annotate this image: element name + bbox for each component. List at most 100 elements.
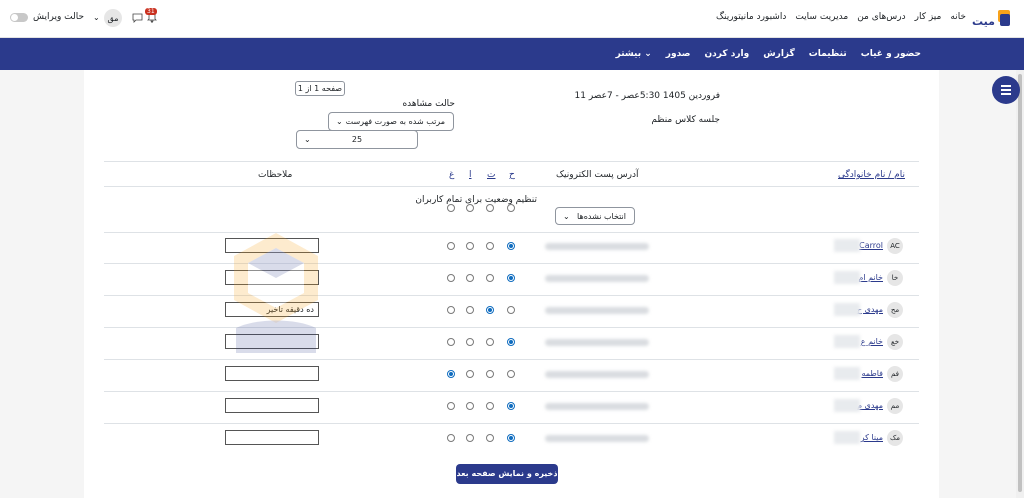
radio-excused[interactable] xyxy=(466,306,474,314)
set-all-select[interactable]: انتخاب نشده‌ها ⌄ xyxy=(555,207,635,225)
radio-late[interactable] xyxy=(486,338,494,346)
radio-late[interactable] xyxy=(486,242,494,250)
user-name-link[interactable]: مهدی م xyxy=(857,401,883,410)
radio-present[interactable] xyxy=(507,402,515,410)
table-divider xyxy=(104,391,919,392)
name-redaction xyxy=(834,271,860,284)
column-name-header[interactable]: نام / نام خانوادگی xyxy=(838,170,905,180)
view-mode-value: مرتب شده به صورت فهرست xyxy=(345,117,445,126)
chevron-down-icon: ⌄ xyxy=(336,117,343,126)
column-absent-header[interactable]: غ xyxy=(449,170,454,180)
page-scrollbar[interactable] xyxy=(1016,70,1024,498)
user-avatar: مم xyxy=(887,398,903,414)
user-name-link[interactable]: خانم ام xyxy=(858,273,883,282)
radio-excused[interactable] xyxy=(466,338,474,346)
set-all-value: انتخاب نشده‌ها xyxy=(577,212,626,221)
tab-import[interactable]: وارد کردن xyxy=(704,49,749,59)
set-all-radio-late[interactable] xyxy=(486,204,494,212)
radio-excused[interactable] xyxy=(466,402,474,410)
user-name-link[interactable]: خانم ع xyxy=(861,337,883,346)
radio-late[interactable] xyxy=(486,274,494,282)
nav-monitoring-dashboard[interactable]: داشبورد مانیتورینگ xyxy=(716,12,786,22)
radio-absent[interactable] xyxy=(447,402,455,410)
view-mode-select[interactable]: مرتب شده به صورت فهرست ⌄ xyxy=(328,112,454,131)
radio-late[interactable] xyxy=(486,306,494,314)
name-redaction xyxy=(834,399,860,412)
radio-absent[interactable] xyxy=(447,370,455,378)
drawer-toggle-button[interactable] xyxy=(992,76,1020,104)
secondary-navbar: حضور و غیاب تنظیمات گزارش وارد کردن صدور… xyxy=(0,38,1024,70)
chevron-down-icon[interactable]: ⌄ xyxy=(93,13,100,22)
column-present-header[interactable]: ح xyxy=(509,170,515,180)
radio-excused[interactable] xyxy=(466,370,474,378)
save-and-next-button[interactable]: ذخیره و نمایش صفحه بعد xyxy=(456,464,558,484)
toggle-switch[interactable] xyxy=(10,12,28,22)
chat-icon[interactable] xyxy=(132,13,143,23)
nav-my-courses[interactable]: درس‌های من xyxy=(857,12,905,22)
email-redaction xyxy=(545,435,649,442)
column-excused-header[interactable]: ا xyxy=(469,170,472,180)
set-all-radio-absent[interactable] xyxy=(447,204,455,212)
user-avatar: AC xyxy=(887,238,903,254)
radio-excused[interactable] xyxy=(466,242,474,250)
radio-absent[interactable] xyxy=(447,306,455,314)
session-title: جلسه کلاس منظم xyxy=(651,115,720,125)
set-all-radio-excused[interactable] xyxy=(466,204,474,212)
nav-site-admin[interactable]: مدیریت سایت xyxy=(795,12,848,22)
email-redaction xyxy=(545,403,649,410)
tab-settings[interactable]: تنظیمات xyxy=(809,49,847,59)
email-redaction xyxy=(545,339,649,346)
radio-present[interactable] xyxy=(507,306,515,314)
session-datetime: 11 فروردین 1405 5:30عصر - 7عصر xyxy=(574,91,720,101)
per-page-select[interactable]: 25 ⌄ xyxy=(296,130,418,149)
radio-absent[interactable] xyxy=(447,338,455,346)
radio-late[interactable] xyxy=(486,434,494,442)
radio-excused[interactable] xyxy=(466,434,474,442)
radio-excused[interactable] xyxy=(466,274,474,282)
radio-present[interactable] xyxy=(507,338,515,346)
name-redaction xyxy=(834,303,860,316)
user-name-link[interactable]: مهدی ح xyxy=(857,305,883,314)
tab-report[interactable]: گزارش xyxy=(763,49,795,59)
user-name-link[interactable]: مینا کر xyxy=(861,433,883,442)
user-avatar: مک xyxy=(887,430,903,446)
edit-mode-label: حالت ویرایش xyxy=(33,12,85,22)
radio-present[interactable] xyxy=(507,274,515,282)
radio-late[interactable] xyxy=(486,402,494,410)
table-divider xyxy=(104,186,919,187)
set-all-radio-present[interactable] xyxy=(507,204,515,212)
radio-absent[interactable] xyxy=(447,242,455,250)
remarks-input[interactable] xyxy=(225,366,319,381)
radio-present[interactable] xyxy=(507,434,515,442)
user-avatar[interactable]: مق xyxy=(104,9,122,27)
tab-more[interactable]: بیشتر ⌄ xyxy=(616,49,652,59)
edit-mode-toggle[interactable]: حالت ویرایش xyxy=(10,12,84,22)
page-selector[interactable]: صفحه 1 از 1 xyxy=(295,81,345,96)
top-nav-links: خانه میز کار درس‌های من مدیریت سایت داشب… xyxy=(716,12,966,22)
remarks-input[interactable] xyxy=(225,398,319,413)
top-navbar: میت خانه میز کار درس‌های من مدیریت سایت … xyxy=(0,0,1024,38)
remarks-input[interactable] xyxy=(225,430,319,445)
radio-absent[interactable] xyxy=(447,274,455,282)
email-redaction xyxy=(545,307,649,314)
tab-attendance[interactable]: حضور و غیاب xyxy=(861,49,921,59)
column-late-header[interactable]: ت xyxy=(487,170,495,180)
radio-absent[interactable] xyxy=(447,434,455,442)
notification-badge: 31 xyxy=(145,8,157,15)
user-name-link[interactable]: Carrol xyxy=(859,241,883,250)
tab-export[interactable]: صدور xyxy=(666,49,691,59)
site-logo[interactable]: میت xyxy=(972,7,1012,31)
column-remarks-header: ملاحظات xyxy=(258,170,293,180)
radio-present[interactable] xyxy=(507,370,515,378)
nav-dashboard[interactable]: میز کار xyxy=(915,12,942,22)
nav-home[interactable]: خانه xyxy=(950,12,966,22)
user-avatar: مح xyxy=(887,302,903,318)
chevron-down-icon: ⌄ xyxy=(304,135,311,144)
email-redaction xyxy=(545,243,649,250)
menu-icon xyxy=(1001,85,1011,87)
view-mode-label: حالت مشاهده xyxy=(402,99,455,109)
radio-late[interactable] xyxy=(486,370,494,378)
svg-text:میت: میت xyxy=(972,15,995,28)
radio-present[interactable] xyxy=(507,242,515,250)
user-name-link[interactable]: فاطمه xyxy=(861,369,883,378)
